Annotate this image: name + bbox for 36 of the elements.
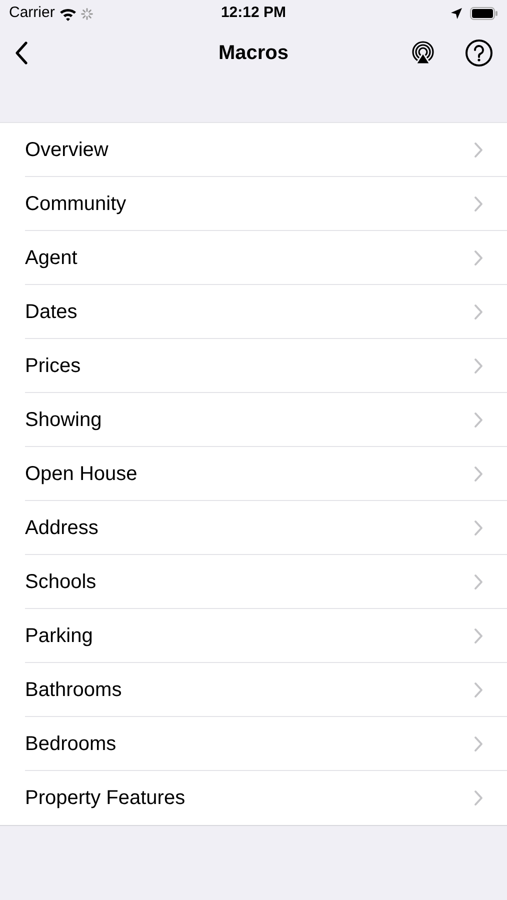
chevron-right-icon (474, 520, 483, 536)
battery-icon (470, 7, 498, 20)
chevron-right-icon (474, 736, 483, 752)
row-label: Schools (25, 570, 96, 594)
carrier-name: Carrier (9, 3, 55, 24)
wifi-icon (58, 6, 77, 20)
chevron-right-icon (474, 412, 483, 428)
back-button[interactable] (14, 40, 28, 64)
chevron-right-icon (474, 196, 483, 212)
chevron-right-icon (474, 628, 483, 644)
chevron-right-icon (474, 142, 483, 158)
row-label: Property Features (25, 786, 186, 811)
row-label: Overview (25, 138, 108, 162)
chevron-right-icon (474, 304, 483, 320)
chevron-right-icon (474, 682, 483, 698)
help-button[interactable] (465, 38, 493, 66)
chevron-right-icon (474, 466, 483, 482)
row-label: Agent (25, 246, 78, 270)
row-label: Address (25, 516, 98, 540)
row-label: Dates (25, 300, 78, 324)
page-title: Macros (218, 40, 289, 66)
row-label: Bathrooms (25, 678, 122, 702)
row-label: Open House (25, 462, 138, 486)
row-label: Showing (25, 408, 102, 432)
location-arrow-icon (451, 8, 462, 19)
spinner-icon (80, 8, 93, 20)
row-label: Community (25, 192, 126, 216)
airplay-button[interactable] (411, 40, 435, 64)
row-label: Parking (25, 624, 93, 648)
status-time: 12:12 PM (220, 3, 288, 24)
chevron-right-icon (474, 250, 483, 266)
row-label: Bedrooms (25, 732, 116, 756)
chevron-right-icon (474, 358, 483, 374)
chevron-right-icon (474, 574, 483, 590)
chevron-right-icon (474, 790, 483, 806)
row-label: Prices (25, 354, 81, 378)
